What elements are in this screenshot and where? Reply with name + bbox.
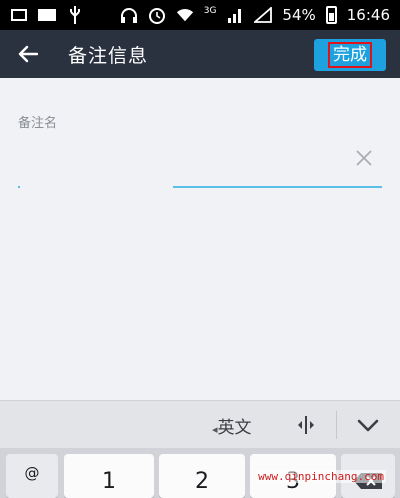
keyboard-toolbar: ◂英文 (0, 400, 400, 448)
back-arrow-icon (18, 45, 38, 63)
key-2[interactable]: 2 (159, 454, 245, 498)
cursor-move-button[interactable] (295, 414, 317, 436)
clear-x-icon (356, 150, 372, 166)
toolbar-divider (336, 411, 337, 439)
battery-icon (325, 6, 337, 24)
alarm-icon (148, 7, 166, 24)
done-button-label: 完成 (328, 42, 372, 68)
headphones-icon (120, 7, 138, 23)
wifi-icon (176, 7, 194, 23)
notification-box-icon (10, 7, 28, 23)
hide-keyboard-button[interactable] (355, 413, 381, 437)
remark-name-input[interactable] (18, 186, 382, 188)
cursor-move-icon (298, 416, 314, 434)
network-type: 3G (203, 6, 217, 16)
remark-name-label: 备注名 (18, 116, 58, 131)
status-bar: 3G 54% 16:46 (0, 0, 400, 30)
language-switch[interactable]: ◂英文 (212, 413, 252, 438)
title-bar: 备注信息 完成 (0, 30, 400, 78)
language-label: 英文 (217, 418, 252, 438)
image-icon (38, 7, 56, 23)
clock: 16:46 (346, 6, 390, 24)
key-at[interactable]: @ (6, 454, 58, 498)
battery-percent: 54% (282, 6, 316, 24)
clear-button[interactable] (354, 148, 374, 168)
usb-icon (66, 6, 84, 24)
watermark: www.qinpinchang.com (256, 470, 386, 483)
done-button[interactable]: 完成 (314, 39, 386, 71)
back-button[interactable] (0, 30, 56, 78)
page-title: 备注信息 (68, 44, 149, 67)
no-sim-icon (254, 7, 273, 23)
key-1[interactable]: 1 (64, 454, 154, 498)
hide-keyboard-icon (357, 419, 379, 432)
signal-icon (226, 7, 244, 23)
